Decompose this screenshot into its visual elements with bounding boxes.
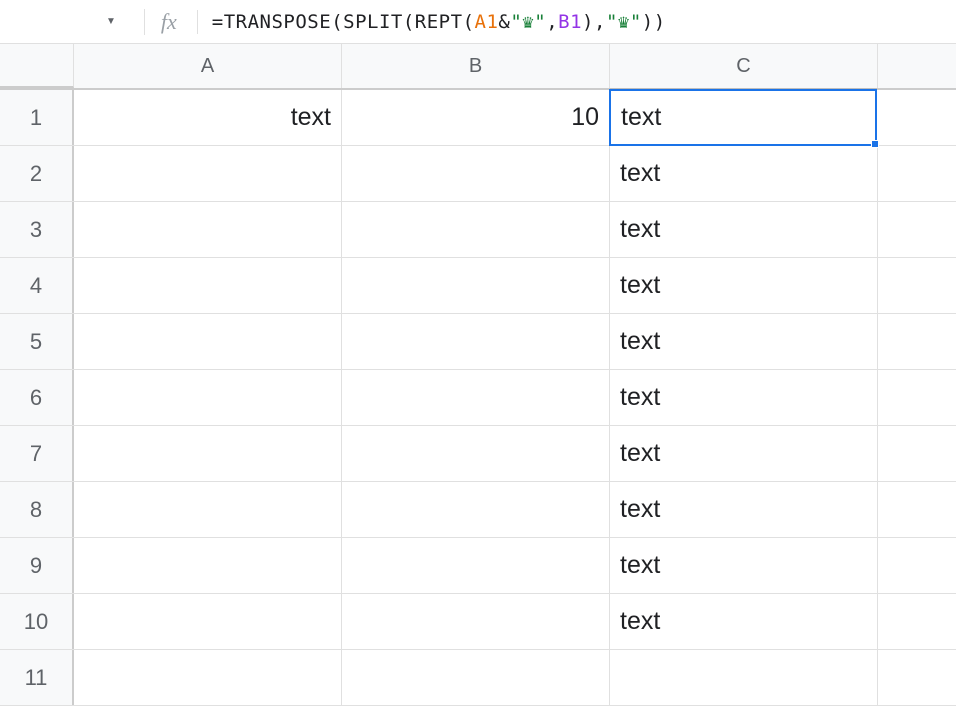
row-header-10[interactable]: 10 [0,594,74,649]
cell-c10[interactable]: text [610,594,878,649]
cell-a9[interactable] [74,538,342,593]
name-box[interactable]: ▼ [98,12,136,31]
cell-d4[interactable] [878,258,956,313]
row-1: 1 text 10 text [0,90,956,146]
cell-b2[interactable] [342,146,610,201]
cell-a11[interactable] [74,650,342,705]
cell-d8[interactable] [878,482,956,537]
fx-label: fx [144,9,193,35]
row-8: 8 text [0,482,956,538]
cell-d2[interactable] [878,146,956,201]
cell-c7[interactable]: text [610,426,878,481]
cell-c3[interactable]: text [610,202,878,257]
row-header-6[interactable]: 6 [0,370,74,425]
row-6: 6 text [0,370,956,426]
row-5: 5 text [0,314,956,370]
row-4: 4 text [0,258,956,314]
row-3: 3 text [0,202,956,258]
cell-b11[interactable] [342,650,610,705]
cell-c9[interactable]: text [610,538,878,593]
row-header-11[interactable]: 11 [0,650,74,705]
row-2: 2 text [0,146,956,202]
cell-b4[interactable] [342,258,610,313]
cell-a3[interactable] [74,202,342,257]
cell-a1[interactable]: text [74,90,342,145]
cell-a7[interactable] [74,426,342,481]
col-header-b[interactable]: B [342,44,610,88]
row-header-1[interactable]: 1 [0,90,74,145]
row-9: 9 text [0,538,956,594]
cell-b6[interactable] [342,370,610,425]
row-header-7[interactable]: 7 [0,426,74,481]
cell-b1[interactable]: 10 [342,90,610,145]
row-header-2[interactable]: 2 [0,146,74,201]
cell-c6[interactable]: text [610,370,878,425]
cell-c1[interactable]: text [609,89,877,146]
cell-d9[interactable] [878,538,956,593]
cell-b7[interactable] [342,426,610,481]
cell-a5[interactable] [74,314,342,369]
cell-a10[interactable] [74,594,342,649]
row-header-4[interactable]: 4 [0,258,74,313]
cell-c4[interactable]: text [610,258,878,313]
col-header-c[interactable]: C [610,44,878,88]
selection-fill-handle[interactable] [871,140,879,148]
col-header-overflow[interactable] [878,44,956,88]
row-10: 10 text [0,594,956,650]
row-header-3[interactable]: 3 [0,202,74,257]
formula-bar: ▼ fx =TRANSPOSE(SPLIT(REPT(A1&"♛",B1),"♛… [0,0,956,44]
cell-d7[interactable] [878,426,956,481]
cell-a4[interactable] [74,258,342,313]
row-7: 7 text [0,426,956,482]
row-header-8[interactable]: 8 [0,482,74,537]
formula-input[interactable]: =TRANSPOSE(SPLIT(REPT(A1&"♛",B1),"♛")) [208,7,948,37]
row-header-9[interactable]: 9 [0,538,74,593]
cell-c8[interactable]: text [610,482,878,537]
cell-d3[interactable] [878,202,956,257]
col-header-a[interactable]: A [74,44,342,88]
formula-bar-divider [197,10,198,34]
cell-c11[interactable] [610,650,878,705]
cell-d1[interactable] [876,90,954,145]
spreadsheet-grid: A B C 1 text 10 text 2 text 3 text 4 tex… [0,44,956,706]
cell-b8[interactable] [342,482,610,537]
cell-a2[interactable] [74,146,342,201]
cell-c2[interactable]: text [610,146,878,201]
column-headers: A B C [0,44,956,90]
cell-d6[interactable] [878,370,956,425]
cell-b5[interactable] [342,314,610,369]
cell-b10[interactable] [342,594,610,649]
cell-d11[interactable] [878,650,956,705]
cell-d5[interactable] [878,314,956,369]
name-box-dropdown-icon[interactable]: ▼ [98,12,124,31]
row-11: 11 [0,650,956,706]
cell-b9[interactable] [342,538,610,593]
row-header-5[interactable]: 5 [0,314,74,369]
cell-d10[interactable] [878,594,956,649]
cell-a8[interactable] [74,482,342,537]
select-all-corner[interactable] [0,44,74,88]
cell-c5[interactable]: text [610,314,878,369]
cell-a6[interactable] [74,370,342,425]
cell-b3[interactable] [342,202,610,257]
